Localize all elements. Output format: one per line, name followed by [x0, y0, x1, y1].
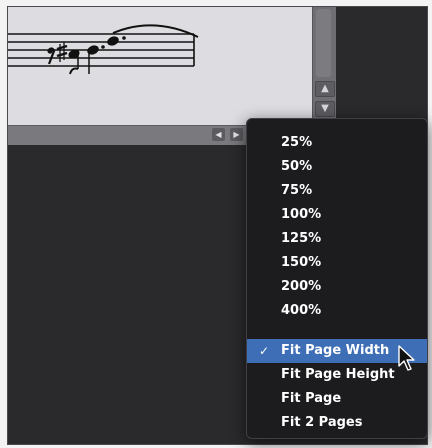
checkmark-icon: ✓: [259, 344, 270, 358]
zoom-option-25[interactable]: 25%: [247, 131, 427, 155]
scroll-right-arrow-icon[interactable]: ▶: [230, 128, 243, 141]
zoom-option-75[interactable]: 75%: [247, 179, 427, 203]
zoom-option-400[interactable]: 400%: [247, 299, 427, 323]
score-canvas[interactable]: [8, 7, 312, 125]
zoom-option-150[interactable]: 150%: [247, 251, 427, 275]
zoom-option-50[interactable]: 50%: [247, 155, 427, 179]
zoom-menu: 25% 50% 75% 100% 125% 150% 200% 400% ✓ F…: [246, 118, 428, 439]
zoom-option-200[interactable]: 200%: [247, 275, 427, 299]
mouse-pointer-icon: [398, 345, 415, 371]
scroll-up-arrow-icon[interactable]: ▲: [315, 81, 335, 97]
zoom-option-fit-page[interactable]: Fit Page: [247, 387, 427, 411]
music-staff: [8, 24, 199, 75]
scroll-down-arrow-icon[interactable]: ▼: [315, 101, 335, 117]
zoom-option-100[interactable]: 100%: [247, 203, 427, 227]
scroll-left-arrow-icon[interactable]: ◀: [212, 128, 225, 141]
vertical-scrollbar[interactable]: ▲ ▼: [312, 7, 336, 125]
zoom-option-label: Fit Page Width: [281, 343, 390, 358]
zoom-option-fit-2-pages[interactable]: Fit 2 Pages: [247, 411, 427, 435]
zoom-option-125[interactable]: 125%: [247, 227, 427, 251]
vertical-scroll-thumb[interactable]: [316, 9, 331, 77]
